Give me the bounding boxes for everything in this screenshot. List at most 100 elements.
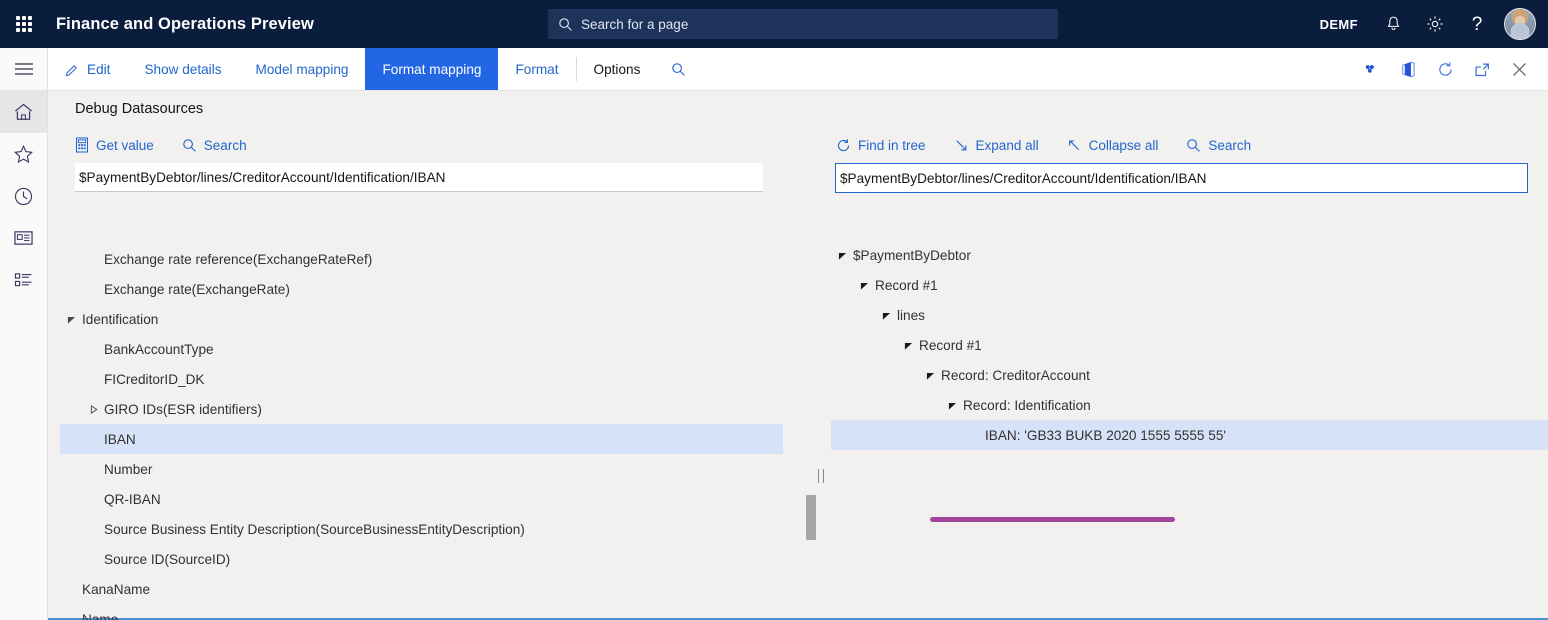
tree-row-label: QR-IBAN	[104, 492, 167, 507]
command-show-details-label: Show details	[144, 62, 221, 77]
user-avatar[interactable]	[1504, 8, 1536, 40]
notifications-icon[interactable]	[1372, 0, 1414, 48]
tree-row-identification[interactable]: Identification	[60, 304, 783, 334]
calculator-icon	[75, 137, 89, 153]
command-options[interactable]: Options	[577, 48, 658, 90]
expand-all-button[interactable]: Expand all	[954, 138, 1039, 153]
tree-row-label: Record: Identification	[963, 398, 1097, 413]
tree-row-label: Identification	[82, 312, 164, 327]
tree-row-label: Number	[104, 462, 158, 477]
expand-all-label: Expand all	[976, 138, 1039, 153]
datasources-panel: Get value Search $PaymentByDebtor/lines/…	[48, 127, 783, 620]
tree-row[interactable]: BankAccountType	[60, 334, 783, 364]
tree-row[interactable]: Source Business Entity Description(Sourc…	[60, 514, 783, 544]
sidebar-item-workspaces[interactable]	[0, 217, 47, 259]
command-bar: Edit Show details Model mapping Format m…	[48, 48, 1548, 91]
tree-vertical-scrollbar[interactable]	[806, 495, 816, 540]
tree-row-label: IBAN: 'GB33 BUKB 2020 1555 5555 55'	[985, 428, 1232, 443]
tree-row-iban-value[interactable]: IBAN: 'GB33 BUKB 2020 1555 5555 55'	[831, 420, 1548, 450]
tree-row[interactable]: QR-IBAN	[60, 484, 783, 514]
result-tree-panel: Find in tree Expand all Collapse all Sea…	[783, 127, 1548, 620]
command-format-mapping-label: Format mapping	[382, 62, 481, 77]
result-path-wrapper: $PaymentByDebtor/lines/CreditorAccount/I…	[783, 163, 1548, 193]
global-search-placeholder: Search for a page	[581, 17, 688, 32]
collapse-all-button[interactable]: Collapse all	[1067, 138, 1159, 153]
tree-row-lines[interactable]: lines	[831, 300, 1548, 330]
command-search-icon[interactable]	[657, 48, 700, 90]
tree-row[interactable]: Exchange rate(ExchangeRate)	[60, 274, 783, 304]
command-edit[interactable]: Edit	[48, 48, 127, 90]
app-header: Finance and Operations Preview Search fo…	[0, 0, 1548, 48]
help-icon[interactable]: ?	[1456, 0, 1498, 48]
chevron-expanded-icon[interactable]	[831, 251, 853, 260]
command-format-mapping[interactable]: Format mapping	[365, 48, 498, 90]
command-format-label: Format	[515, 62, 558, 77]
app-launcher-icon[interactable]	[0, 0, 48, 48]
app-title: Finance and Operations Preview	[56, 15, 314, 34]
close-icon[interactable]	[1501, 48, 1538, 90]
tree-row-label: Name	[82, 612, 124, 620]
search-icon	[1186, 138, 1201, 153]
search-icon	[558, 17, 573, 32]
tree-row[interactable]: FICreditorID_DK	[60, 364, 783, 394]
panel-splitter-grip[interactable]	[818, 469, 824, 483]
tree-row[interactable]: Exchange rate reference(ExchangeRateRef)	[60, 244, 783, 274]
attachments-icon[interactable]	[1353, 48, 1390, 90]
chevron-expanded-icon[interactable]	[897, 341, 919, 350]
get-value-label: Get value	[96, 138, 154, 153]
tree-row[interactable]: Name	[60, 604, 783, 620]
hamburger-menu-icon[interactable]	[0, 48, 47, 90]
tree-row-label: BankAccountType	[104, 342, 220, 357]
chevron-expanded-icon[interactable]	[941, 401, 963, 410]
sidebar-item-home[interactable]	[0, 91, 47, 133]
get-value-button[interactable]: Get value	[75, 137, 154, 153]
settings-gear-icon[interactable]	[1414, 0, 1456, 48]
chevron-expanded-icon[interactable]	[853, 281, 875, 290]
collapse-arrow-icon	[1067, 138, 1082, 153]
popout-window-icon[interactable]	[1464, 48, 1501, 90]
refresh-icon[interactable]	[1427, 48, 1464, 90]
command-model-mapping[interactable]: Model mapping	[239, 48, 366, 90]
sidebar-item-recent[interactable]	[0, 175, 47, 217]
datasources-search-label: Search	[204, 138, 247, 153]
result-tree-toolbar: Find in tree Expand all Collapse all Sea…	[783, 127, 1548, 163]
tree-row-payment-by-debtor[interactable]: $PaymentByDebtor	[831, 240, 1548, 270]
result-path-input[interactable]: $PaymentByDebtor/lines/CreditorAccount/I…	[835, 163, 1528, 193]
company-selector[interactable]: DEMF	[1306, 17, 1372, 32]
find-in-tree-button[interactable]: Find in tree	[836, 138, 926, 153]
tree-row[interactable]: KanaName	[60, 574, 783, 604]
chevron-expanded-icon[interactable]	[60, 315, 82, 324]
tree-row[interactable]: Source ID(SourceID)	[60, 544, 783, 574]
command-show-details[interactable]: Show details	[127, 48, 238, 90]
refresh-icon	[836, 138, 851, 153]
tree-row-label: KanaName	[82, 582, 156, 597]
datasources-search-button[interactable]: Search	[182, 138, 247, 153]
tree-row-record[interactable]: Record #1	[831, 330, 1548, 360]
office-app-icon[interactable]	[1390, 48, 1427, 90]
tree-row-label: Record #1	[875, 278, 944, 293]
tree-row-label: Source Business Entity Description(Sourc…	[104, 522, 531, 537]
tree-row-identification[interactable]: Record: Identification	[831, 390, 1548, 420]
result-tree-search-button[interactable]: Search	[1186, 138, 1251, 153]
tree-row-label: lines	[897, 308, 931, 323]
tree-row-label: Record: CreditorAccount	[941, 368, 1096, 383]
chevron-collapsed-icon[interactable]	[82, 405, 104, 414]
tree-row-creditor-account[interactable]: Record: CreditorAccount	[831, 360, 1548, 390]
collapse-all-label: Collapse all	[1089, 138, 1159, 153]
datasource-path-input[interactable]: $PaymentByDebtor/lines/CreditorAccount/I…	[75, 163, 763, 192]
command-format[interactable]: Format	[498, 48, 575, 90]
chevron-expanded-icon[interactable]	[875, 311, 897, 320]
sidebar-item-favorites[interactable]	[0, 133, 47, 175]
chevron-expanded-icon[interactable]	[919, 371, 941, 380]
tree-row-record[interactable]: Record #1	[831, 270, 1548, 300]
tree-row-label: Exchange rate(ExchangeRate)	[104, 282, 296, 297]
sidebar-item-modules[interactable]	[0, 259, 47, 301]
find-in-tree-label: Find in tree	[858, 138, 926, 153]
global-search-input[interactable]: Search for a page	[548, 9, 1058, 39]
tree-row-label: Record #1	[919, 338, 988, 353]
tree-row-label: $PaymentByDebtor	[853, 248, 977, 263]
page-title: Debug Datasources	[75, 101, 203, 117]
tree-row-giro-ids[interactable]: GIRO IDs(ESR identifiers)	[60, 394, 783, 424]
tree-row[interactable]: Number	[60, 454, 783, 484]
tree-row-iban[interactable]: IBAN	[60, 424, 783, 454]
